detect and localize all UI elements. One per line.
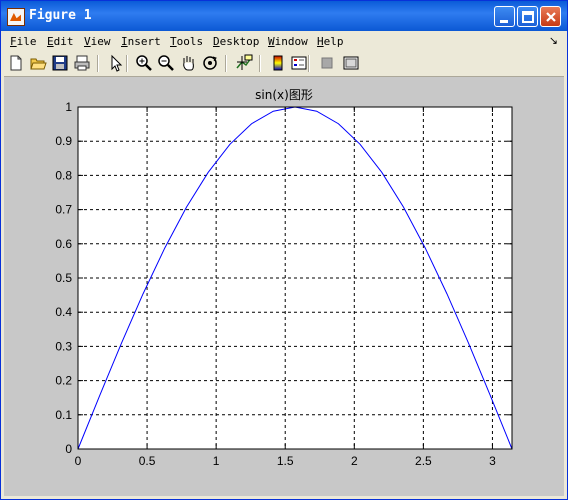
y-tick-label: 0.2 — [55, 374, 72, 388]
y-tick-label: 0.7 — [55, 203, 72, 217]
y-tick-label: 0.5 — [55, 271, 72, 285]
y-tick-label: 0.6 — [55, 237, 72, 251]
x-tick-label: 0 — [75, 454, 82, 468]
x-tick-label: 3 — [489, 454, 496, 468]
y-tick-label: 0.3 — [55, 339, 72, 353]
x-tick-label: 2 — [351, 454, 358, 468]
sine-plot: 0 0.5 1 1.5 2 2.5 3 0 0.1 0.2 0.3 0.4 0.5 0.6 0.7 0.8 0.… — [55, 100, 513, 468]
y-tick-label: 0.4 — [55, 305, 72, 319]
y-tick-label: 0.1 — [55, 408, 72, 422]
x-tick-label: 0.5 — [139, 454, 156, 468]
y-tick-label: 1 — [65, 100, 72, 114]
x-tick-label: 1 — [213, 454, 220, 468]
y-tick-label: 0.9 — [55, 134, 72, 148]
y-tick-label: 0.8 — [55, 168, 72, 182]
x-tick-label: 2.5 — [415, 454, 432, 468]
y-tick-label: 0 — [65, 442, 72, 456]
x-tick-label: 1.5 — [277, 454, 294, 468]
